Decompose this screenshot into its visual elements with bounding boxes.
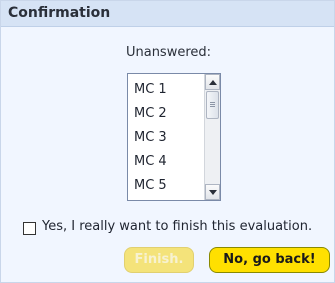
unanswered-list: MC 1 MC 2 MC 3 MC 4 MC 5 <box>128 74 206 198</box>
grip-line <box>210 106 215 107</box>
unanswered-label: Unanswered: <box>125 45 212 60</box>
grip-line <box>210 104 215 105</box>
confirm-checkbox-label[interactable]: Yes, I really want to finish this evalua… <box>42 219 312 234</box>
arrow-up-icon <box>209 80 217 85</box>
list-item[interactable]: MC 3 <box>128 126 206 150</box>
scroll-thumb[interactable] <box>206 91 219 119</box>
list-item[interactable]: MC 5 <box>128 174 206 198</box>
confirmation-dialog: Confirmation Unanswered: MC 1 MC 2 MC 3 … <box>0 0 335 283</box>
listbox-scrollbar[interactable] <box>204 74 220 200</box>
grip-line <box>210 102 215 103</box>
unanswered-listbox[interactable]: MC 1 MC 2 MC 3 MC 4 MC 5 <box>127 73 221 201</box>
go-back-button[interactable]: No, go back! <box>209 247 330 273</box>
list-item[interactable]: MC 1 <box>128 78 206 102</box>
scroll-up-button[interactable] <box>205 74 220 90</box>
dialog-titlebar: Confirmation <box>1 1 334 27</box>
arrow-down-icon <box>209 190 217 195</box>
dialog-title: Confirmation <box>8 5 111 21</box>
finish-button[interactable]: Finish. <box>124 247 194 273</box>
list-item[interactable]: MC 4 <box>128 150 206 174</box>
scroll-down-button[interactable] <box>205 184 220 200</box>
checkbox-unchecked-icon[interactable] <box>23 222 36 235</box>
list-item[interactable]: MC 2 <box>128 102 206 126</box>
